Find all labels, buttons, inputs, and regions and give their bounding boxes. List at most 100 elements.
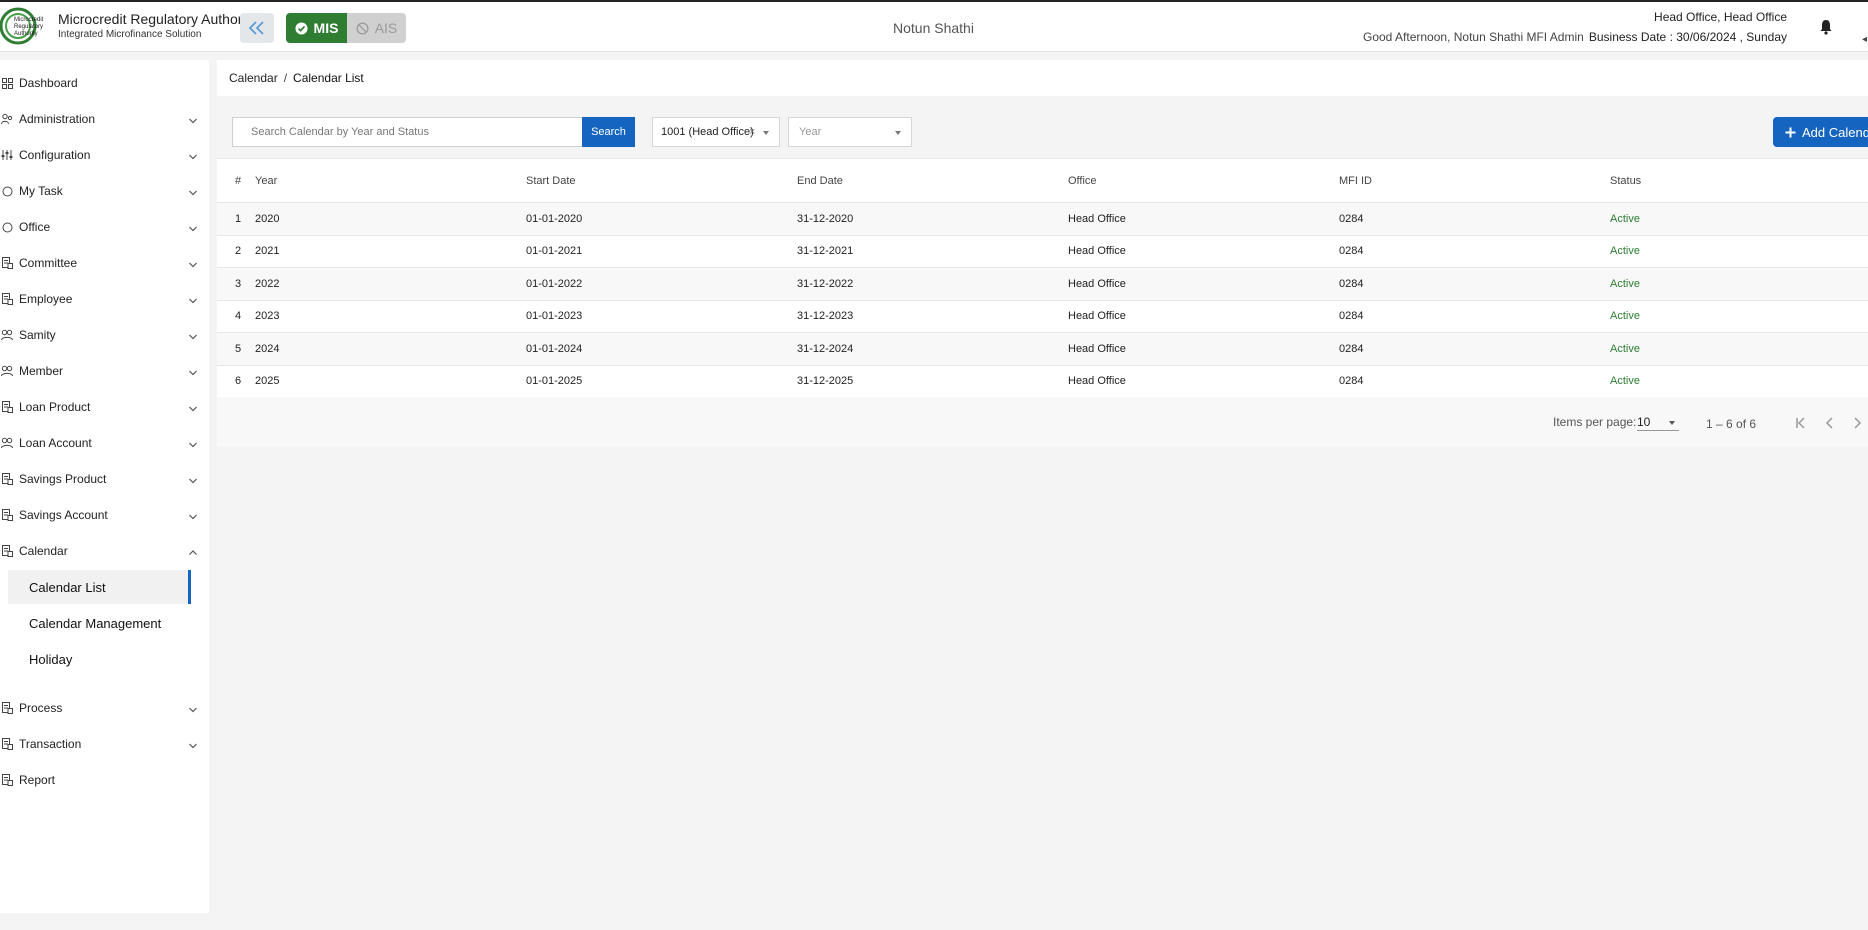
chevron-down-icon [188, 366, 198, 376]
row-index: 1 [217, 202, 255, 236]
sidebar-item-report[interactable]: Report [0, 765, 209, 795]
chevron-down-icon [188, 258, 198, 268]
sidebar-item-loan-account[interactable]: Loan Account [0, 428, 209, 458]
brand-title: Microcredit Regulatory Authority [58, 11, 257, 27]
sidebar-item-label: Process [19, 701, 63, 715]
sidebar-item-transaction[interactable]: Transaction [0, 729, 209, 759]
sidebar-subitem-holiday[interactable]: Holiday [8, 642, 191, 676]
col-year[interactable]: Year [255, 158, 526, 203]
year-filter-placeholder: Year [799, 126, 822, 138]
document-icon [0, 292, 14, 306]
col-end-date[interactable]: End Date [797, 158, 1068, 203]
sidebar-item-label: Dashboard [19, 76, 78, 90]
sidebar-item-label: Employee [19, 292, 73, 306]
sidebar-subitem-calendar-list[interactable]: Calendar List [8, 570, 191, 604]
col-office[interactable]: Office [1068, 158, 1339, 203]
business-date: Business Date : 30/06/2024 , Sunday [1588, 30, 1787, 44]
search-calendar-input[interactable] [232, 117, 582, 147]
sidebar-item-dashboard[interactable]: Dashboard [0, 68, 209, 98]
table-row[interactable]: 2 2021 01-01-2021 31-12-2021 Head Office 0284… [217, 235, 1868, 268]
profile-arrow-icon[interactable]: ◂ [1862, 34, 1867, 45]
row-start-date: 01-01-2023 [526, 300, 797, 333]
sidebar-item-label: Savings Account [19, 508, 108, 522]
next-page-icon[interactable] [1849, 415, 1865, 431]
chevron-down-icon [895, 131, 901, 135]
breadcrumb-calendar[interactable]: Calendar [229, 71, 278, 85]
mis-mode-button[interactable]: MIS [286, 13, 347, 43]
group-icon [0, 328, 14, 342]
first-page-icon[interactable] [1793, 415, 1809, 431]
paginator: Items per page: 10 1 – 6 of 6 [217, 397, 1868, 447]
sidebar-item-samity[interactable]: Samity [0, 320, 209, 350]
page-range-label: 1 – 6 of 6 [1706, 417, 1757, 431]
row-start-date: 01-01-2020 [526, 202, 797, 236]
clear-office-icon[interactable]: × [749, 126, 755, 138]
col-status[interactable]: Status [1610, 158, 1868, 203]
sidebar: Dashboard Administration Configuration My T… [0, 60, 209, 913]
table-row[interactable]: 4 2023 01-01-2023 31-12-2023 Head Office 0284… [217, 300, 1868, 333]
office-filter-select[interactable]: 1001 (Head Office) × [652, 117, 780, 147]
document-icon [0, 544, 14, 558]
breadcrumb-current: Calendar List [293, 71, 364, 85]
sidebar-item-administration[interactable]: Administration [0, 104, 209, 134]
sidebar-item-label: Report [19, 773, 56, 787]
sidebar-item-label: Loan Account [19, 436, 92, 450]
sidebar-collapse-button[interactable] [240, 13, 274, 43]
row-index: 2 [217, 235, 255, 268]
sidebar-subitem-calendar-management[interactable]: Calendar Management [8, 606, 191, 640]
prev-page-icon[interactable] [1822, 415, 1838, 431]
sidebar-item-member[interactable]: Member [0, 356, 209, 386]
sidebar-item-loan-product[interactable]: Loan Product [0, 392, 209, 422]
table-row[interactable]: 3 2022 01-01-2022 31-12-2022 Head Office 0284… [217, 267, 1868, 301]
ais-label: AIS [374, 20, 398, 36]
table-row[interactable]: 6 2025 01-01-2025 31-12-2025 Head Office 0284… [217, 365, 1868, 398]
row-office: Head Office [1068, 235, 1339, 268]
logo-text-1: Microcredit [14, 17, 44, 23]
sidebar-subitem-label: Holiday [29, 651, 73, 667]
col-index: # [217, 158, 255, 203]
chevron-down-icon [188, 438, 198, 448]
table-row[interactable]: 5 2024 01-01-2024 31-12-2024 Head Office 0284… [217, 332, 1868, 366]
block-icon [356, 21, 369, 35]
col-mfi-id[interactable]: MFI ID [1339, 158, 1610, 203]
row-mfi-id: 0284 [1339, 332, 1610, 366]
mis-label: MIS [313, 20, 339, 36]
sidebar-subitem-label: Calendar List [29, 579, 106, 595]
sidebar-item-committee[interactable]: Committee [0, 248, 209, 278]
sidebar-item-calendar[interactable]: Calendar [0, 536, 209, 566]
sidebar-item-label: Samity [19, 328, 56, 342]
chevron-down-icon [188, 703, 198, 713]
organization-name: Notun Shathi [893, 20, 974, 36]
plus-icon [1785, 127, 1796, 137]
row-end-date: 31-12-2024 [797, 332, 1068, 366]
chevron-down-icon [763, 131, 769, 135]
sidebar-item-configuration[interactable]: Configuration [0, 140, 209, 170]
sidebar-item-my-task[interactable]: My Task [0, 176, 209, 206]
document-icon [0, 773, 14, 787]
document-icon [0, 400, 14, 414]
row-end-date: 31-12-2021 [797, 235, 1068, 268]
mra-logo: Microcredit Regulatory Authority [0, 6, 52, 46]
group-icon [0, 364, 14, 378]
ais-mode-button[interactable]: AIS [347, 13, 406, 43]
add-calendar-button[interactable]: Add Calendar [1773, 117, 1868, 147]
document-icon [0, 737, 14, 751]
search-button[interactable]: Search [582, 117, 635, 147]
filter-toolbar: Search 1001 (Head Office) × Year Add Cal… [217, 108, 1868, 158]
sidebar-item-office[interactable]: Office [0, 212, 209, 242]
row-status: Active [1610, 332, 1868, 366]
chevron-down-icon [188, 402, 198, 412]
sidebar-item-savings-product[interactable]: Savings Product [0, 464, 209, 494]
sidebar-item-employee[interactable]: Employee [0, 284, 209, 314]
items-per-page-label: Items per page: [1553, 415, 1637, 429]
table-row[interactable]: 1 2020 01-01-2020 31-12-2020 Head Office 0284… [217, 202, 1868, 236]
notification-bell-icon[interactable] [1819, 19, 1833, 38]
col-start-date[interactable]: Start Date [526, 158, 797, 203]
sidebar-item-label: Member [19, 364, 64, 378]
year-filter-select[interactable]: Year [788, 117, 912, 147]
page-size-select[interactable]: 10 [1637, 411, 1679, 431]
sidebar-item-savings-account[interactable]: Savings Account [0, 500, 209, 530]
sidebar-item-process[interactable]: Process [0, 693, 209, 723]
row-start-date: 01-01-2022 [526, 267, 797, 301]
row-office: Head Office [1068, 300, 1339, 333]
